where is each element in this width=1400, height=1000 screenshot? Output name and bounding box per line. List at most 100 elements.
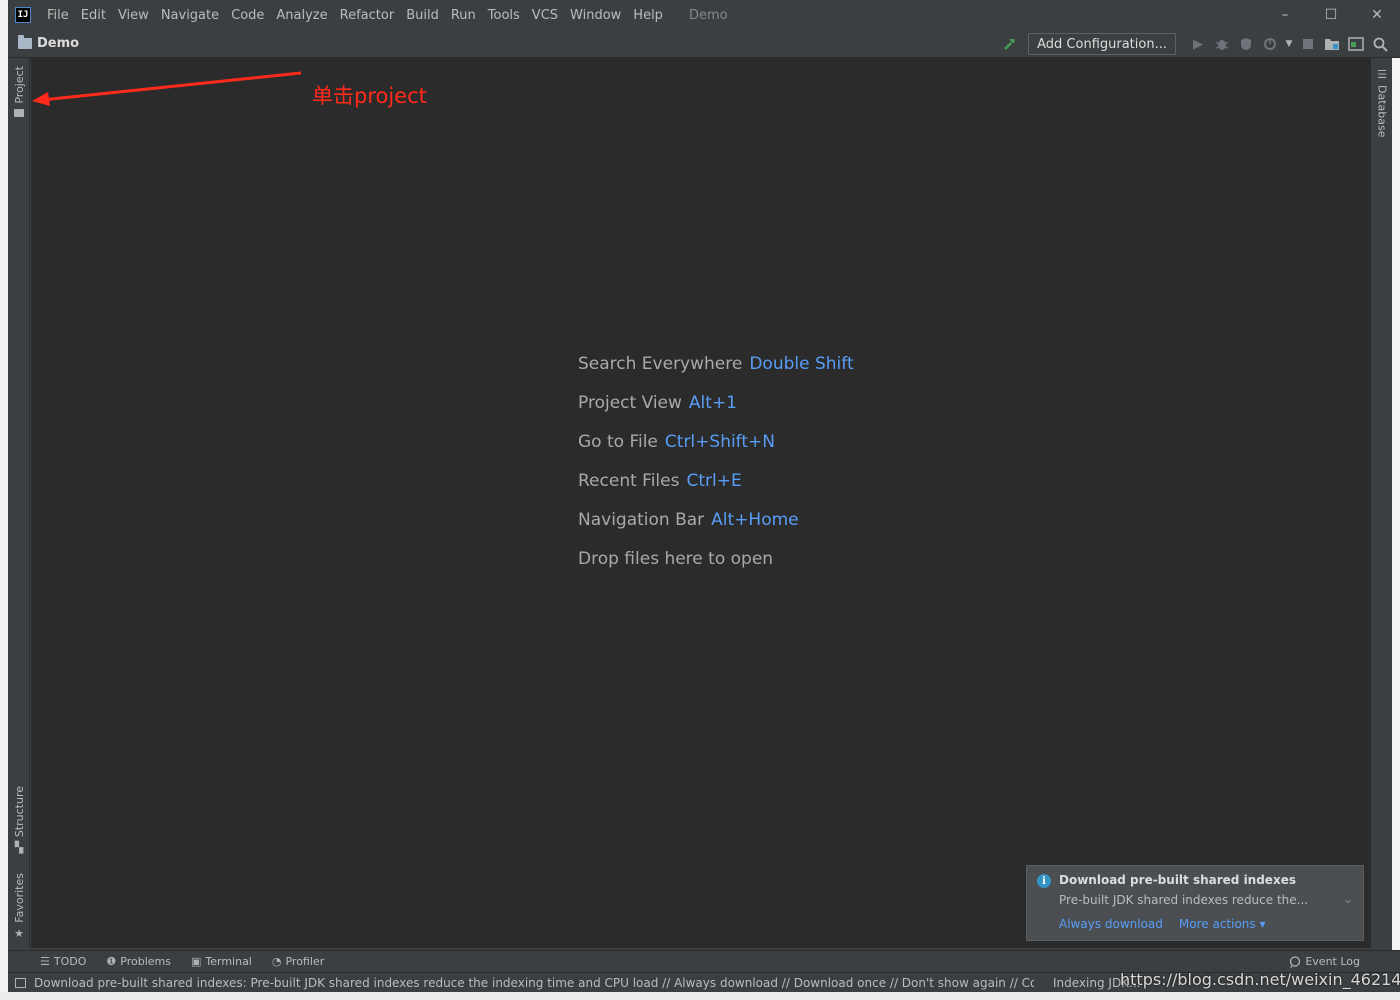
hint-shortcut: Alt+1 — [688, 393, 737, 413]
url-watermark: https://blog.csdn.net/weixin_46214451 — [1120, 970, 1400, 989]
menu-vcs[interactable]: VCS — [526, 8, 564, 23]
frame-icon[interactable] — [1344, 32, 1368, 56]
hint-navigation-bar: Navigation Bar Alt+Home — [578, 510, 854, 549]
event-log-tab[interactable]: Event Log — [1289, 955, 1360, 968]
structure-icon: ▚ — [14, 841, 24, 855]
background-bottom-edge — [0, 992, 1400, 1000]
profiler-icon: ◔ — [271, 955, 282, 968]
editor-hints: Search Everywhere Double Shift Project Vi… — [578, 354, 854, 588]
hint-shortcut: Ctrl+E — [686, 471, 742, 491]
run-icon[interactable]: ▶ — [1186, 32, 1210, 56]
favorites-tab-label: Favorites — [12, 873, 26, 923]
menu-view[interactable]: View — [112, 8, 155, 23]
project-tab-label: Project — [12, 66, 26, 104]
project-folder-icon — [18, 35, 32, 49]
terminal-tab[interactable]: ▣ Terminal — [191, 955, 252, 968]
menu-navigate[interactable]: Navigate — [155, 8, 225, 23]
menu-help[interactable]: Help — [627, 8, 669, 23]
background-right-edge — [1392, 58, 1400, 968]
menu-tools[interactable]: Tools — [482, 8, 526, 23]
problems-icon: ❶ — [106, 955, 117, 968]
hint-label: Go to File — [578, 432, 658, 452]
structure-tab-label: Structure — [12, 786, 26, 838]
info-icon: i — [1037, 874, 1051, 888]
hint-search-everywhere: Search Everywhere Double Shift — [578, 354, 854, 393]
event-log-icon — [1290, 955, 1301, 968]
hint-go-to-file: Go to File Ctrl+Shift+N — [578, 432, 854, 471]
more-run-options-icon[interactable]: ▼ — [1282, 32, 1296, 56]
hint-shortcut: Alt+Home — [711, 510, 799, 530]
intellij-logo-icon: IJ — [15, 7, 31, 23]
menu-bar: IJ File Edit View Navigate Code Analyze … — [8, 0, 1400, 30]
editor-empty-area[interactable]: Search Everywhere Double Shift Project Vi… — [31, 58, 1370, 948]
debug-icon[interactable] — [1210, 32, 1234, 56]
terminal-tab-label: Terminal — [205, 955, 252, 968]
favorites-tool-tab[interactable]: Favorites ★ — [8, 873, 30, 940]
hint-label: Navigation Bar — [578, 510, 705, 530]
ide-window: IJ File Edit View Navigate Code Analyze … — [0, 0, 1400, 1000]
star-icon: ★ — [14, 926, 24, 940]
expand-chevron-icon[interactable]: ⌄ — [1343, 892, 1353, 906]
window-title: Demo — [688, 7, 728, 23]
database-icon: ☰ — [1377, 68, 1387, 81]
annotation-text: 单击project — [312, 84, 427, 108]
notification-title: Download pre-built shared indexes — [1059, 873, 1296, 887]
notification-balloon: i Download pre-built shared indexes Pre-… — [1026, 865, 1364, 941]
more-actions-link[interactable]: More actions ▾ — [1179, 917, 1266, 931]
notification-actions: Always download More actions ▾ — [1059, 917, 1282, 931]
breadcrumb-project[interactable]: Demo — [18, 35, 80, 51]
menu-file[interactable]: File — [41, 8, 75, 23]
database-tab-label: Database — [1375, 85, 1389, 138]
hint-label: Project View — [578, 393, 682, 413]
hint-recent-files: Recent Files Ctrl+E — [578, 471, 854, 510]
menu-window[interactable]: Window — [564, 8, 627, 23]
hint-shortcut: Ctrl+Shift+N — [664, 432, 775, 452]
hint-shortcut: Double Shift — [749, 354, 854, 374]
menu-analyze[interactable]: Analyze — [270, 8, 333, 23]
project-tool-tab[interactable]: Project — [8, 66, 30, 117]
search-icon[interactable] — [1368, 32, 1392, 56]
stop-icon[interactable] — [1296, 32, 1320, 56]
list-icon: ☰ — [40, 955, 50, 968]
right-tool-strip: ☰ Database — [1370, 58, 1392, 948]
hint-project-view: Project View Alt+1 — [578, 393, 854, 432]
todo-tab[interactable]: ☰ TODO — [40, 955, 86, 968]
run-toolbar: Add Configuration... ▶ ▼ — [998, 32, 1392, 56]
minimize-button[interactable]: – — [1262, 0, 1308, 30]
left-tool-strip: Project Structure ▚ Favorites ★ — [8, 58, 30, 948]
hint-label: Search Everywhere — [578, 354, 743, 374]
logo-text: IJ — [17, 10, 29, 20]
menu-build[interactable]: Build — [400, 8, 445, 23]
window-controls: – ☐ ✕ — [1262, 0, 1400, 30]
project-folder-icon — [14, 108, 24, 117]
profile-icon[interactable] — [1258, 32, 1282, 56]
status-message[interactable]: Download pre-built shared indexes: Pre-b… — [34, 976, 1034, 990]
run-with-coverage-icon[interactable] — [1234, 32, 1258, 56]
maximize-button[interactable]: ☐ — [1308, 0, 1354, 30]
bottom-tool-tabs: ☰ TODO ❶ Problems ▣ Terminal ◔ Profiler Even… — [8, 950, 1400, 972]
menu-edit[interactable]: Edit — [75, 8, 112, 23]
problems-tab[interactable]: ❶ Problems — [106, 955, 171, 968]
background-left-edge — [0, 0, 8, 1000]
project-structure-icon[interactable] — [1320, 32, 1344, 56]
hint-drop-files: Drop files here to open — [578, 549, 854, 588]
always-download-link[interactable]: Always download — [1059, 917, 1163, 931]
hint-label: Drop files here to open — [578, 549, 774, 569]
structure-tool-tab[interactable]: Structure ▚ — [8, 786, 30, 854]
todo-tab-label: TODO — [53, 955, 87, 968]
profiler-tab[interactable]: ◔ Profiler — [272, 955, 324, 968]
database-tool-tab[interactable]: ☰ Database — [1371, 68, 1393, 138]
build-hammer-icon[interactable] — [998, 32, 1022, 56]
problems-tab-label: Problems — [120, 955, 171, 968]
menu-run[interactable]: Run — [445, 8, 482, 23]
status-toggle-icon[interactable] — [15, 977, 26, 988]
annotation-arrow — [32, 71, 302, 106]
navigation-bar: Demo Add Configuration... ▶ ▼ — [8, 30, 1400, 58]
menu-code[interactable]: Code — [225, 8, 270, 23]
notification-body: Pre-built JDK shared indexes reduce the.… — [1059, 893, 1309, 907]
close-button[interactable]: ✕ — [1354, 0, 1400, 30]
add-configuration-button[interactable]: Add Configuration... — [1028, 33, 1176, 55]
menu-refactor[interactable]: Refactor — [334, 8, 401, 23]
hint-label: Recent Files — [578, 471, 680, 491]
breadcrumb-project-label: Demo — [37, 36, 80, 51]
